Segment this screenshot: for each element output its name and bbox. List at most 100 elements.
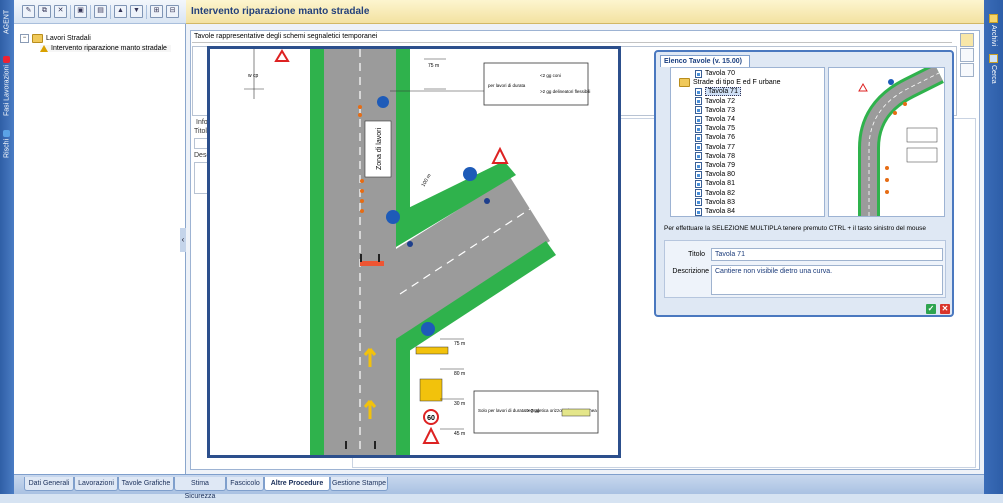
- tavola-list-item[interactable]: Tavola 79: [695, 161, 735, 170]
- collapse-all-icon[interactable]: ⊟: [166, 5, 179, 18]
- document-icon: [695, 170, 702, 179]
- tavola-list-label: Tavola 83: [705, 198, 735, 206]
- tab-stima-sicurezza[interactable]: Stima Sicurezza: [174, 477, 226, 500]
- edit-icon[interactable]: [960, 33, 974, 47]
- tavola-list-label: Strade di tipo E ed F urbane: [693, 79, 781, 87]
- tavola-list-item[interactable]: Tavola 75: [695, 124, 735, 133]
- tavola-list-item[interactable]: Tavola 78: [695, 152, 735, 161]
- document-icon: [695, 124, 702, 133]
- tavola-list-label: Tavola 71: [705, 87, 741, 97]
- document-icon: [695, 133, 702, 142]
- tree-node-label: Lavori Stradali: [46, 35, 91, 42]
- preview-sign-icon: [888, 79, 894, 85]
- document-icon[interactable]: [960, 48, 974, 62]
- cancel-button[interactable]: ✕: [940, 304, 950, 314]
- dialog-descrizione-label: Descrizione: [672, 268, 709, 275]
- road-edge-right-top: [396, 49, 410, 214]
- tavola-list-item[interactable]: Strade di tipo E ed F urbane: [679, 78, 781, 88]
- side-tab-archivi[interactable]: Archivi: [986, 14, 1001, 50]
- new-icon[interactable]: ✎: [22, 5, 35, 18]
- search-icon: [989, 54, 998, 63]
- temporary-marking-swatch: [561, 408, 591, 417]
- save-icon[interactable]: ▣: [74, 5, 87, 18]
- direction-sign-icon: [421, 322, 435, 336]
- move-down-icon[interactable]: ▼: [130, 5, 143, 18]
- side-tab-cerca-label: Cerca: [990, 65, 997, 84]
- fasi-icon: [3, 56, 11, 63]
- tavola-list-item[interactable]: Tavola 77: [695, 143, 735, 152]
- tab-label: Gestione Stampe: [331, 480, 387, 487]
- dialog-descrizione-input[interactable]: Cantiere non visibile dietro una curva.: [711, 265, 943, 295]
- tavole-tree-list[interactable]: Tavola 70 Strade di tipo E ed F urbane Tav…: [670, 67, 825, 217]
- tavola-list-label: Tavola 80: [705, 171, 735, 179]
- tab-label: Lavorazioni: [78, 480, 114, 487]
- tavola-list-item[interactable]: Tavola 73: [695, 106, 735, 115]
- side-tab-rischi[interactable]: Rischi: [0, 130, 14, 172]
- delete-icon[interactable]: ✕: [54, 5, 67, 18]
- toolbar-separator: [110, 4, 111, 19]
- tab-tavole-grafiche[interactable]: Tavole Grafiche: [118, 477, 174, 491]
- tree-node-intervento[interactable]: Intervento riparazione manto stradale: [40, 45, 171, 52]
- tavola-list-item[interactable]: Tavola 83: [695, 198, 735, 207]
- tavola-list-label: Tavola 84: [705, 208, 735, 215]
- move-up-icon[interactable]: ▲: [114, 5, 127, 18]
- warning-sign-icon: [274, 49, 290, 62]
- tavola-list-item[interactable]: Tavola 82: [695, 189, 735, 198]
- folder-icon[interactable]: ▤: [94, 5, 107, 18]
- archive-icon: [989, 14, 998, 23]
- legend-duration-text: per lavori di durata: [488, 83, 526, 88]
- expand-all-icon[interactable]: ⊞: [150, 5, 163, 18]
- folder-icon: [32, 34, 43, 43]
- collapse-icon[interactable]: −: [20, 34, 29, 43]
- tab-altre-procedure[interactable]: Altre Procedure: [264, 477, 330, 491]
- tavola-preview: [828, 67, 945, 217]
- tavola-list-item[interactable]: Tavola 71: [695, 87, 741, 97]
- barrier: [360, 261, 384, 266]
- legend-delineatori-text: >2 gg delineatori flessibili: [540, 89, 590, 94]
- tavole-field-label: Tavole rappresentative degli schemi segn…: [192, 33, 952, 43]
- distance-label: 100 m: [421, 173, 433, 188]
- dialog-titolo-input[interactable]: Tavola 71: [711, 248, 943, 261]
- info-label: Info: [196, 119, 208, 126]
- dialog-titolo-label: Titolo: [688, 251, 705, 258]
- tab-dati-generali[interactable]: Dati Generali: [24, 477, 74, 491]
- tab-label: Dati Generali: [28, 480, 70, 487]
- speed-limit-value: 60: [427, 415, 435, 422]
- distance-label: 45 m: [454, 431, 465, 437]
- side-tab-fasi-label: Fasi Lavorazioni: [3, 65, 11, 116]
- project-tree-panel: ✎ ⧉ ✕ ▣ ▤ ▲ ▼ ⊞ ⊟ − Lavori Stradali Inte…: [14, 0, 186, 474]
- confirm-button[interactable]: ✓: [926, 304, 936, 314]
- tab-gestione-stampe[interactable]: Gestione Stampe: [330, 477, 388, 491]
- side-tab-cerca[interactable]: Cerca: [986, 54, 1001, 84]
- deviation-sign: [415, 346, 449, 355]
- tavola-list-label: Tavola 70: [705, 70, 735, 77]
- legend-coni-text: <2 gg coni: [540, 73, 561, 78]
- tavola-list-item[interactable]: Tavola 74: [695, 115, 735, 124]
- preview-sign-icon: [858, 82, 868, 92]
- dialog-tab[interactable]: Elenco Tavole (v. 15.00): [660, 55, 750, 67]
- tree-node-lavori-stradali[interactable]: − Lavori Stradali: [20, 34, 91, 43]
- tavola-list-item[interactable]: Tavola 72: [695, 97, 735, 106]
- tavola-list-item[interactable]: Tavola 80: [695, 170, 735, 179]
- traffic-scheme-drawing: Zona di lavori 60 per lavori di durata <…: [207, 46, 621, 458]
- tavola-list-item[interactable]: Tavola 70: [695, 69, 735, 78]
- side-tab-agent[interactable]: AGENT: [0, 10, 14, 50]
- toolbar-separator: [90, 4, 91, 19]
- tavola-list-label: Tavola 74: [705, 116, 735, 123]
- rischi-icon: [3, 130, 11, 137]
- tab-label: Stima Sicurezza: [184, 480, 216, 500]
- scissors-icon[interactable]: [960, 63, 974, 77]
- preview-legend: [906, 147, 938, 163]
- tab-fascicolo[interactable]: Fascicolo: [226, 477, 264, 491]
- tab-lavorazioni[interactable]: Lavorazioni: [74, 477, 118, 491]
- side-tab-archivi-label: Archivi: [990, 25, 997, 47]
- distance-label: 30 m: [454, 401, 465, 407]
- duplicate-icon[interactable]: ⧉: [38, 5, 51, 18]
- marker-dot: [484, 198, 490, 204]
- tavola-list-item[interactable]: Tavola 84: [695, 207, 735, 216]
- document-icon: [695, 115, 702, 124]
- traffic-scheme-svg: Zona di lavori 60 per lavori di durata <…: [244, 49, 599, 455]
- tavola-list-item[interactable]: Tavola 76: [695, 133, 735, 142]
- tavola-list-item[interactable]: Tavola 81: [695, 179, 735, 188]
- side-tab-fasi-lavorazioni[interactable]: Fasi Lavorazioni: [0, 56, 14, 126]
